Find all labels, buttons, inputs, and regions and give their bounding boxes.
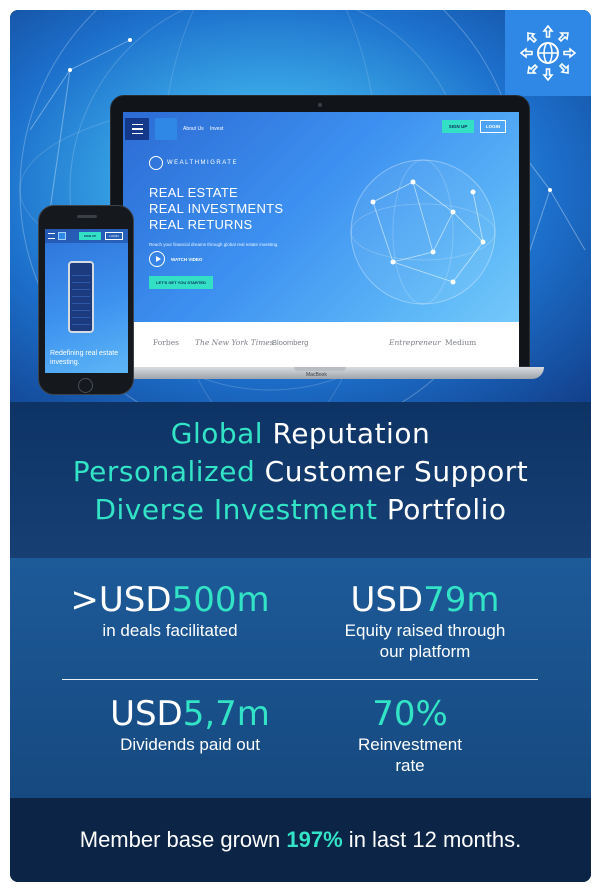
member-growth-text: Member base grown 197% in last 12 months… [80,827,521,853]
phone-logo-icon [58,232,66,240]
phone-menu-icon [48,233,55,239]
tagline-line-3: Diverse Investment Portfolio [10,492,591,528]
press-forbes: Forbes [153,338,179,347]
hero-section: About Us Invest SIGN UP LOGIN WEALTHMIGR… [10,10,591,402]
tagline-highlight: Diverse Investment [94,493,378,526]
tagline-highlight: Global [170,417,264,450]
stat-prefix: USD [110,694,183,734]
footer-section: Member base grown 197% in last 12 months… [10,798,591,882]
footer-before: Member base grown [79,827,287,852]
nav-link-invest: Invest [210,126,224,132]
press-nytimes: The New York Times [195,338,274,347]
stat-prefix: >USD [70,580,172,620]
brand-globe-icon [149,156,163,170]
phone-mockup: SIGN UP LOGIN Redefining real estate inv… [38,205,134,395]
site-navbar: About Us Invest SIGN UP LOGIN [123,112,519,146]
phone-speaker [77,215,97,218]
tagline-rest: Reputation [263,417,431,450]
nav-link-about-us: About Us [183,126,204,132]
phone-login-button: LOGIN [105,232,123,240]
brand-name: WEALTHMIGRATE [167,160,238,166]
tagline-section: Global Reputation Personalized Customer … [10,402,591,558]
phone-navbar: SIGN UP LOGIN [45,229,128,243]
press-medium: Medium [445,338,477,347]
laptop-screen: About Us Invest SIGN UP LOGIN WEALTHMIGR… [123,112,519,368]
globe-arrows-icon [519,24,577,82]
play-icon [149,251,165,267]
stat-deals: >USD500m in deals facilitated [50,580,290,641]
stat-dividends: USD5,7m Dividends paid out [70,694,310,755]
watch-video-label: WATCH VIDEO [171,257,203,262]
stat-prefix: USD [350,580,424,620]
press-logos-bar: Forbes The New York Times Bloomberg Entr… [123,322,519,368]
growth-percentage: 197% [286,827,343,852]
phone-screen: SIGN UP LOGIN Redefining real estate inv… [45,229,128,373]
laptop-mockup: About Us Invest SIGN UP LOGIN WEALTHMIGR… [110,95,530,368]
stat-value: 70% [310,694,510,734]
site-brand: WEALTHMIGRATE [149,156,238,170]
stat-number: 70% [372,694,448,734]
tagline-line-2: Personalized Customer Support [10,454,591,490]
tagline-rest: Customer Support [255,455,529,488]
get-started-button: LET'S GET YOU STARTED [149,276,213,289]
infographic-card: About Us Invest SIGN UP LOGIN WEALTHMIGR… [10,10,591,882]
mini-phone-graphic [68,261,94,333]
tagline-line-1: Global Reputation [10,416,591,452]
stat-number: 5,7m [182,694,270,734]
site-headline-line-3: REAL RETURNS [149,217,253,232]
laptop-camera [318,103,322,107]
press-entrepreneur: Entrepreneur [389,338,441,347]
laptop-model-label: MacBook [306,372,327,378]
press-bloomberg: Bloomberg [272,338,309,347]
footer-after: in last 12 months. [342,827,522,852]
wealthmigrate-logo [505,10,591,96]
phone-signup-button: SIGN UP [79,232,101,240]
stat-label: Reinvestment [358,735,462,754]
hamburger-menu-icon [125,118,149,140]
stat-value: USD5,7m [70,694,310,734]
stat-reinvestment: 70% Reinvestment rate [310,694,510,776]
site-signup-button: SIGN UP [442,120,474,133]
tagline-rest: Portfolio [377,493,507,526]
site-logo-icon [155,118,177,140]
stat-label: in deals facilitated [102,621,238,640]
stats-section: >USD500m in deals facilitated USD79m Equ… [10,558,591,798]
tagline-highlight: Personalized [72,455,256,488]
laptop-notch [294,367,346,371]
site-headline-line-2: REAL INVESTMENTS [149,201,284,216]
stat-number: 500m [171,580,270,620]
stat-label: rate [395,756,425,775]
phone-home-button [78,378,93,393]
stat-equity: USD79m Equity raised through our platfor… [300,580,550,662]
stat-label: Equity raised through [344,621,506,640]
stat-value: USD79m [300,580,550,620]
site-subtext: Reach your financial dreams through glob… [149,242,279,247]
stat-label: Dividends paid out [120,735,260,754]
phone-caption: Redefining real estate investing. [50,350,119,366]
site-globe-graphic [350,159,496,305]
stat-value: >USD500m [50,580,290,620]
stat-number: 79m [423,580,500,620]
site-login-button: LOGIN [480,120,506,133]
stat-label: our platform [379,642,471,661]
site-headline-line-1: REAL ESTATE [149,185,239,200]
stats-divider [62,679,538,680]
